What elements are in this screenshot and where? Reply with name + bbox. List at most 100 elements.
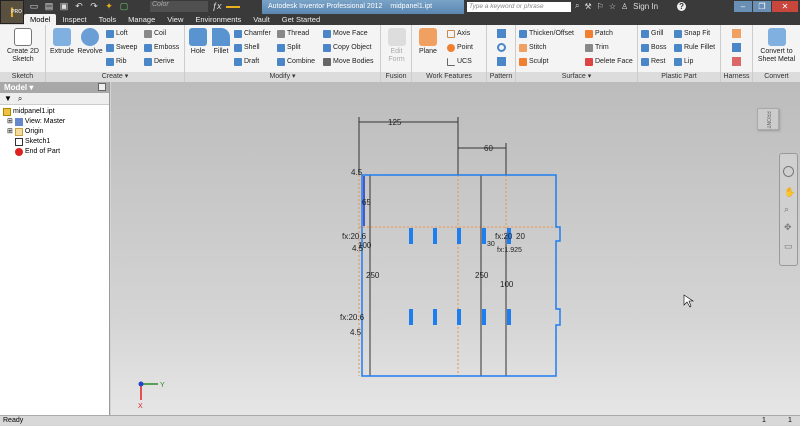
dim-4-5-bottom[interactable]: 4.5 [350,328,362,337]
stitch-button[interactable]: Stitch [519,43,547,52]
boss-button[interactable]: Boss [641,43,667,52]
slot[interactable] [507,309,511,325]
filter-icon[interactable]: ▼ [4,93,12,104]
update-icon[interactable]: ✦ [103,1,115,12]
dim-fx-20-6-top[interactable]: fx:20.6 [342,232,367,241]
convert-to-sheet-metal-button[interactable]: Convert to Sheet Metal [754,28,799,64]
panel-outline[interactable] [361,174,561,377]
create-2d-sketch-button[interactable]: Create 2D Sketch [4,28,42,64]
dim-20[interactable]: 20 [516,232,525,241]
slot[interactable] [409,309,413,325]
tab-tools[interactable]: Tools [93,14,123,25]
tree-item-origin[interactable]: ⊞ Origin [3,127,109,137]
emboss-button[interactable]: Emboss [144,43,179,52]
combine-button[interactable]: Combine [277,57,315,66]
move-bodies-button[interactable]: Move Bodies [323,57,373,66]
select-icon[interactable]: ▢ [118,1,130,12]
dim-4-5-mid[interactable]: 4.5 [352,244,364,253]
dim-125[interactable]: 125 [388,118,402,127]
hole-button[interactable]: Hole [187,28,209,56]
harness-icon-3[interactable] [732,57,741,66]
circular-pattern-icon[interactable] [497,43,506,52]
copy-object-button[interactable]: Copy Object [323,43,372,52]
dim-30[interactable]: 30 [487,241,495,248]
fillet-button[interactable]: Fillet [210,28,232,56]
binoculars-icon[interactable]: ⌕ [575,1,579,11]
lip-button[interactable]: Lip [674,57,693,66]
dim-fx-1-925[interactable]: fx:1.925 [497,247,522,254]
plane-button[interactable]: Plane [416,28,440,56]
edit-form-button[interactable]: Edit Form [383,28,410,64]
dim-60[interactable]: 60 [484,144,493,153]
line-weight-icon[interactable] [226,6,240,8]
tree-item-end-of-part[interactable]: End of Part [3,147,109,157]
thicken-offset-button[interactable]: Thicken/Offset [519,29,574,38]
tab-get-started[interactable]: Get Started [276,14,326,25]
slot[interactable] [409,228,413,244]
delete-face-button[interactable]: Delete Face [585,57,633,66]
dim-65[interactable]: 65 [362,198,371,207]
split-button[interactable]: Split [277,43,301,52]
rest-button[interactable]: Rest [641,57,665,66]
mirror-icon[interactable] [497,57,506,66]
chamfer-button[interactable]: Chamfer [234,29,271,38]
color-select[interactable]: Color [150,1,208,12]
expand-icon[interactable]: ⊞ [7,117,13,127]
dim-fx-20-6-bottom[interactable]: fx:20.6 [340,313,365,322]
close-button[interactable]: ✕ [772,1,798,12]
graphics-window[interactable]: FRONT ✋ ⌕ ✥ ▭ 125 60 4.5 65 fx:20.6 100 … [111,82,800,415]
browser-help-icon[interactable] [98,83,106,91]
new-icon[interactable]: ▭ [28,1,40,12]
expand-icon[interactable]: ⊞ [7,127,13,137]
tree-item-view[interactable]: ⊞ View: Master [3,117,109,127]
shell-button[interactable]: Shell [234,43,260,52]
move-face-button[interactable]: Move Face [323,29,368,38]
rectangular-pattern-icon[interactable] [497,29,506,38]
save-icon[interactable]: ▣ [58,1,70,12]
loft-button[interactable]: Loft [106,29,128,38]
help-button[interactable]: ? [677,1,687,11]
favorites-icon[interactable]: ☆ [609,2,616,11]
dim-250-right[interactable]: 250 [475,271,489,280]
ucs-button[interactable]: UCS [447,57,472,66]
restore-button[interactable]: ❐ [753,1,771,12]
redo-icon[interactable]: ↷ [88,1,100,12]
rule-fillet-button[interactable]: Rule Fillet [674,43,715,52]
sculpt-button[interactable]: Sculpt [519,57,548,66]
trim-button[interactable]: Trim [585,43,609,52]
search-input[interactable]: Type a keyword or phrase [467,2,571,12]
slot[interactable] [482,309,486,325]
sign-in-link[interactable]: Sign In [633,2,658,11]
tab-inspect[interactable]: Inspect [56,14,92,25]
tree-item-sketch[interactable]: Sketch1 [3,137,109,147]
tab-view[interactable]: View [161,14,189,25]
dim-250-left[interactable]: 250 [366,271,380,280]
tab-vault[interactable]: Vault [247,14,276,25]
draft-button[interactable]: Draft [234,57,259,66]
minimize-button[interactable]: – [734,1,752,12]
browser-header[interactable]: Model ▾ [0,82,109,93]
point-button[interactable]: Point [447,43,473,52]
patch-button[interactable]: Patch [585,29,613,38]
snap-fit-button[interactable]: Snap Fit [674,29,710,38]
revolve-button[interactable]: Revolve [77,28,103,56]
slot[interactable] [457,309,461,325]
slot[interactable] [433,309,437,325]
axis-button[interactable]: Axis [447,29,470,38]
slot[interactable] [433,228,437,244]
tab-environments[interactable]: Environments [189,14,247,25]
comm-center-icon[interactable]: ⚐ [597,2,604,11]
harness-icon-2[interactable] [732,43,741,52]
slot[interactable] [482,228,486,244]
derive-button[interactable]: Derive [144,57,174,66]
sweep-button[interactable]: Sweep [106,43,137,52]
open-icon[interactable]: ▤ [43,1,55,12]
fx-icon[interactable]: ƒx [212,1,222,11]
rib-button[interactable]: Rib [106,57,127,66]
coil-button[interactable]: Coil [144,29,166,38]
application-menu-button[interactable]: I PRO [0,0,24,24]
undo-icon[interactable]: ↶ [73,1,85,12]
tree-item-part[interactable]: midpanel1.ipt [3,107,109,117]
extrude-button[interactable]: Extrude [49,28,75,56]
slot[interactable] [457,228,461,244]
